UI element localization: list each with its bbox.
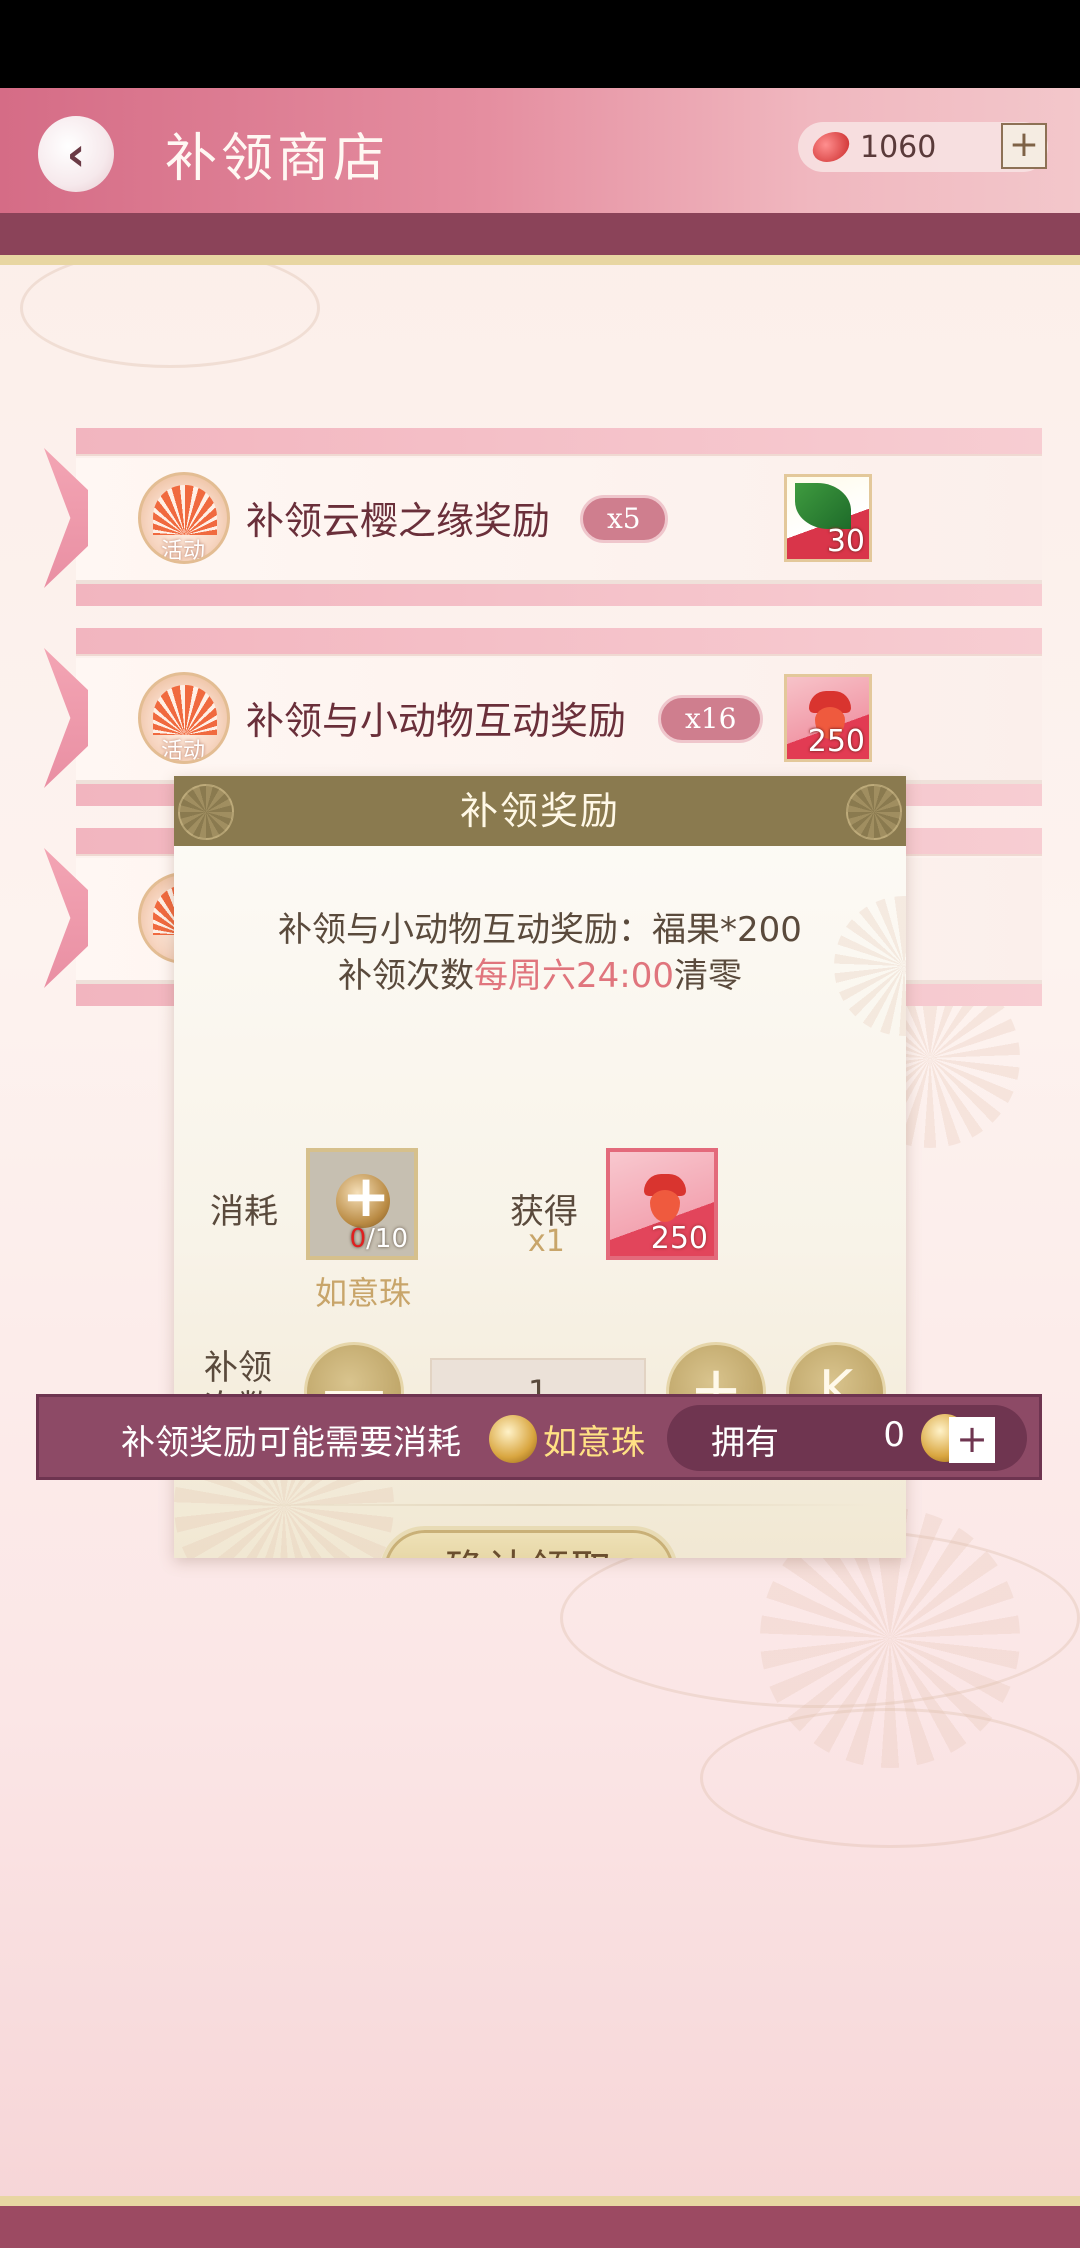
- leaf-item-icon: [795, 483, 851, 529]
- count-badge: x5: [580, 495, 668, 543]
- reward-tile[interactable]: 30: [784, 474, 872, 562]
- page-title: 补领商店: [165, 129, 390, 189]
- reward-tile[interactable]: 250: [784, 674, 872, 762]
- cost-item-tile[interactable]: + 0/10: [306, 1148, 418, 1260]
- cost-count: 0/10: [350, 1224, 408, 1254]
- pearl-icon: [489, 1415, 537, 1463]
- row-band: [76, 428, 1042, 456]
- cost-required: /10: [366, 1224, 408, 1254]
- ornament-icon: [178, 784, 234, 840]
- row-title: 补领与小动物互动奖励: [246, 699, 627, 743]
- row-title: 补领云樱之缘奖励: [246, 499, 551, 543]
- header: ‹ 补领商店 1060: [0, 88, 1080, 213]
- shop-screen: ‹ 补领商店 1060 + 活动 补领云樱之缘奖励 x5 30 活动 补领与小动…: [0, 88, 1080, 2248]
- cost-label: 消耗: [210, 1192, 278, 1232]
- gain-multiplier: x1: [528, 1224, 565, 1259]
- owned-label: 拥有: [711, 1423, 779, 1463]
- count-badge: x16: [658, 695, 764, 743]
- fan-event-icon: 活动: [138, 472, 230, 564]
- plus-icon: +: [341, 1162, 391, 1230]
- currency-value: 1060: [860, 130, 937, 165]
- dialog-title: 补领奖励: [459, 789, 620, 833]
- gain-quantity: 250: [650, 1221, 708, 1256]
- times-label-line1: 补领: [204, 1348, 272, 1388]
- dialog-header: 补领奖励: [174, 776, 906, 846]
- cost-owned: 0: [349, 1224, 367, 1254]
- row-band: [76, 628, 1042, 656]
- reset-time: 每周六24:00: [474, 956, 674, 996]
- pearl-link[interactable]: 如意珠: [543, 1415, 645, 1464]
- row-band: [76, 580, 1042, 606]
- divider: [204, 1504, 874, 1506]
- reward-description: 补领与小动物互动奖励：福果*200: [278, 910, 802, 950]
- currency-add-button[interactable]: +: [1001, 123, 1047, 169]
- list-item[interactable]: 活动 补领云樱之缘奖励 x5 30: [44, 428, 1042, 606]
- confirm-claim-button[interactable]: 确认领取: [380, 1526, 678, 1558]
- gain-item-tile[interactable]: 250: [606, 1148, 718, 1260]
- reward-quantity: 250: [807, 724, 865, 759]
- event-badge-label: 活动: [161, 539, 206, 564]
- reward-quantity: 30: [826, 524, 865, 559]
- header-bar: [0, 213, 1080, 265]
- reset-notice-prefix: 补领次数: [338, 956, 474, 996]
- red-bean-icon: [807, 126, 855, 168]
- fan-event-icon: 活动: [138, 672, 230, 764]
- reset-notice: 补领次数每周六24:00清零: [174, 948, 906, 997]
- bottom-notice-bar: 补领奖励可能需要消耗 如意珠 拥有 0 +: [36, 1394, 1042, 1480]
- add-pearl-button[interactable]: +: [949, 1417, 995, 1463]
- bottom-notice-text: 补领奖励可能需要消耗: [121, 1423, 461, 1463]
- acorn-fruit-icon: [644, 1174, 686, 1224]
- event-badge-label: 活动: [161, 739, 206, 764]
- ornament-icon: [846, 784, 902, 840]
- bottom-strip: [0, 2196, 1080, 2248]
- reset-notice-suffix: 清零: [673, 956, 742, 996]
- back-button[interactable]: ‹: [38, 116, 114, 192]
- cost-item-name: 如意珠: [314, 1274, 411, 1312]
- owned-value: 0: [883, 1415, 905, 1455]
- decor-swirl: [20, 248, 320, 368]
- back-arrow-icon: ‹: [66, 127, 86, 181]
